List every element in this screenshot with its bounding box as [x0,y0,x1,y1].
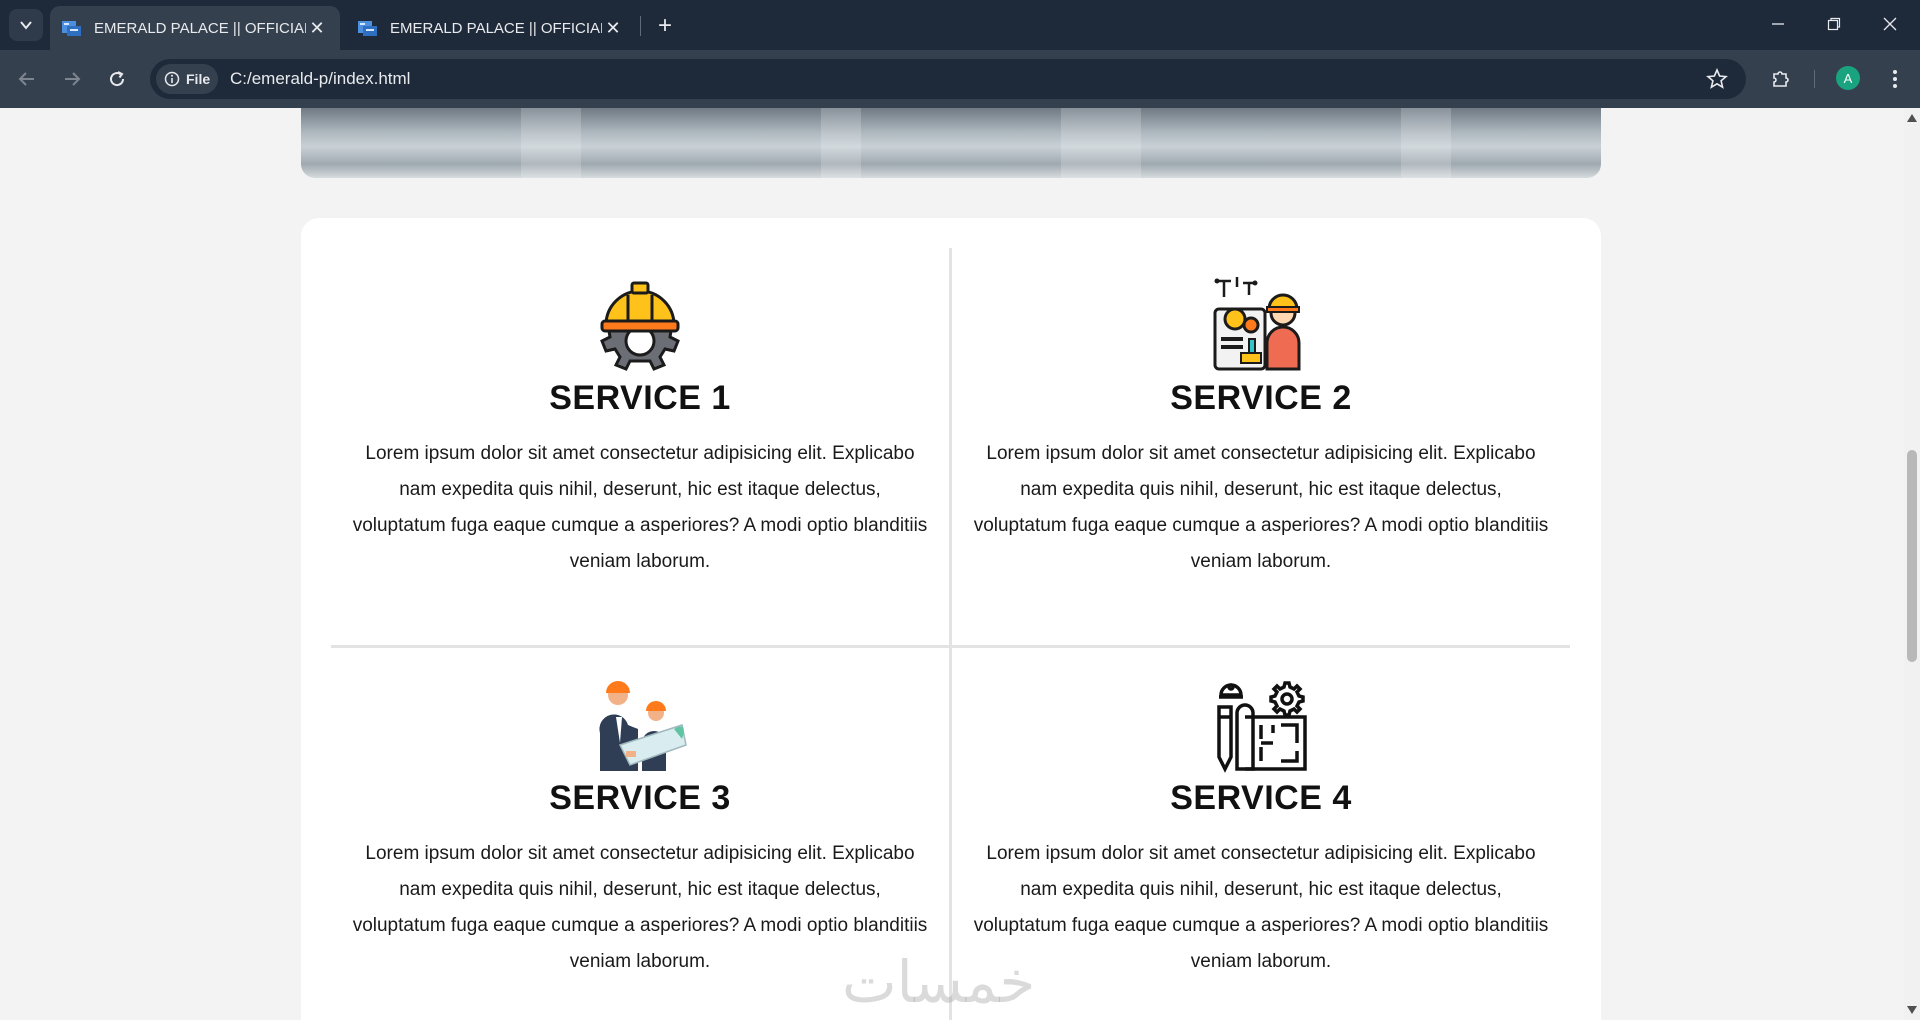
address-bar[interactable]: File C:/emerald-p/index.html [150,59,1746,99]
back-button[interactable] [10,62,44,96]
tab-search-button[interactable] [9,9,43,41]
browser-menu-button[interactable] [1880,62,1910,96]
more-vertical-icon [1893,70,1897,88]
service-description: Lorem ipsum dolor sit amet consectetur a… [973,443,1549,572]
service-card-2: SERVICE 2 Lorem ipsum dolor sit amet con… [951,273,1571,580]
tab-close-icon[interactable]: ✕ [306,17,328,39]
puzzle-piece-icon [1773,71,1789,87]
reload-button[interactable] [100,62,134,96]
toolbar-separator [1814,70,1815,88]
service-title: SERVICE 3 [549,779,731,817]
watermark-logo: خمسات [842,948,1036,1016]
tab-separator [640,16,641,36]
reload-icon [110,71,125,87]
chevron-down-icon [20,21,32,30]
scroll-up-arrow-icon[interactable] [1904,112,1920,124]
minimize-icon [1772,23,1784,25]
vertical-scrollbar[interactable] [1904,108,1920,1020]
service-card-3: SERVICE 3 Lorem ipsum dolor sit amet con… [330,673,950,980]
browser-toolbar: File C:/emerald-p/index.html [0,50,1920,108]
site-info-chip[interactable]: File [156,64,218,94]
service-card-1: SERVICE 1 Lorem ipsum dolor sit amet con… [330,273,950,580]
new-tab-button[interactable]: + [651,12,679,40]
service-title: SERVICE 2 [1170,379,1352,417]
site-chip-label: File [186,71,211,87]
tab-strip: EMERALD PALACE || OFFICIAL ✕ EMERALD PAL… [0,0,1920,50]
tab-inactive[interactable]: EMERALD PALACE || OFFICIAL ✕ [346,6,636,50]
close-icon [1883,17,1897,31]
bookmark-star-icon[interactable] [1706,68,1728,90]
extensions-button[interactable] [1764,62,1798,96]
service-description: Lorem ipsum dolor sit amet consectetur a… [973,843,1549,972]
service-title: SERVICE 1 [549,379,731,417]
arrow-left-icon [18,72,34,86]
scroll-thumb[interactable] [1907,450,1917,662]
restore-icon [1827,17,1841,31]
site-favicon-icon [62,21,81,36]
service-description: Lorem ipsum dolor sit amet consectetur a… [352,443,928,572]
engineer-worker-machine-icon [1213,277,1301,371]
page-viewport: SERVICE 1 Lorem ipsum dolor sit amet con… [0,108,1904,1020]
engineer-helmet-gear-icon [600,281,680,371]
service-title: SERVICE 4 [1170,779,1352,817]
arrow-right-icon [65,72,81,86]
engineers-blueprint-icon [599,681,687,771]
minimize-button[interactable] [1750,0,1806,48]
tab-active[interactable]: EMERALD PALACE || OFFICIAL ✕ [50,6,340,50]
architecture-plan-icon [1217,681,1307,773]
forward-button[interactable] [55,62,89,96]
restore-button[interactable] [1806,0,1862,48]
tab-close-icon[interactable]: ✕ [602,17,624,39]
hero-image [301,108,1601,178]
site-favicon-icon [358,21,377,36]
service-card-4: SERVICE 4 Lorem ipsum dolor sit amet con… [951,673,1571,980]
scroll-down-arrow-icon[interactable] [1904,1004,1920,1016]
tab-title: EMERALD PALACE || OFFICIAL [94,19,306,37]
info-icon [164,71,180,87]
profile-avatar[interactable]: A [1836,66,1860,90]
close-window-button[interactable] [1862,0,1918,48]
tab-title: EMERALD PALACE || OFFICIAL [390,19,602,37]
horizontal-divider [331,645,1570,648]
url-text[interactable]: C:/emerald-p/index.html [230,69,410,89]
